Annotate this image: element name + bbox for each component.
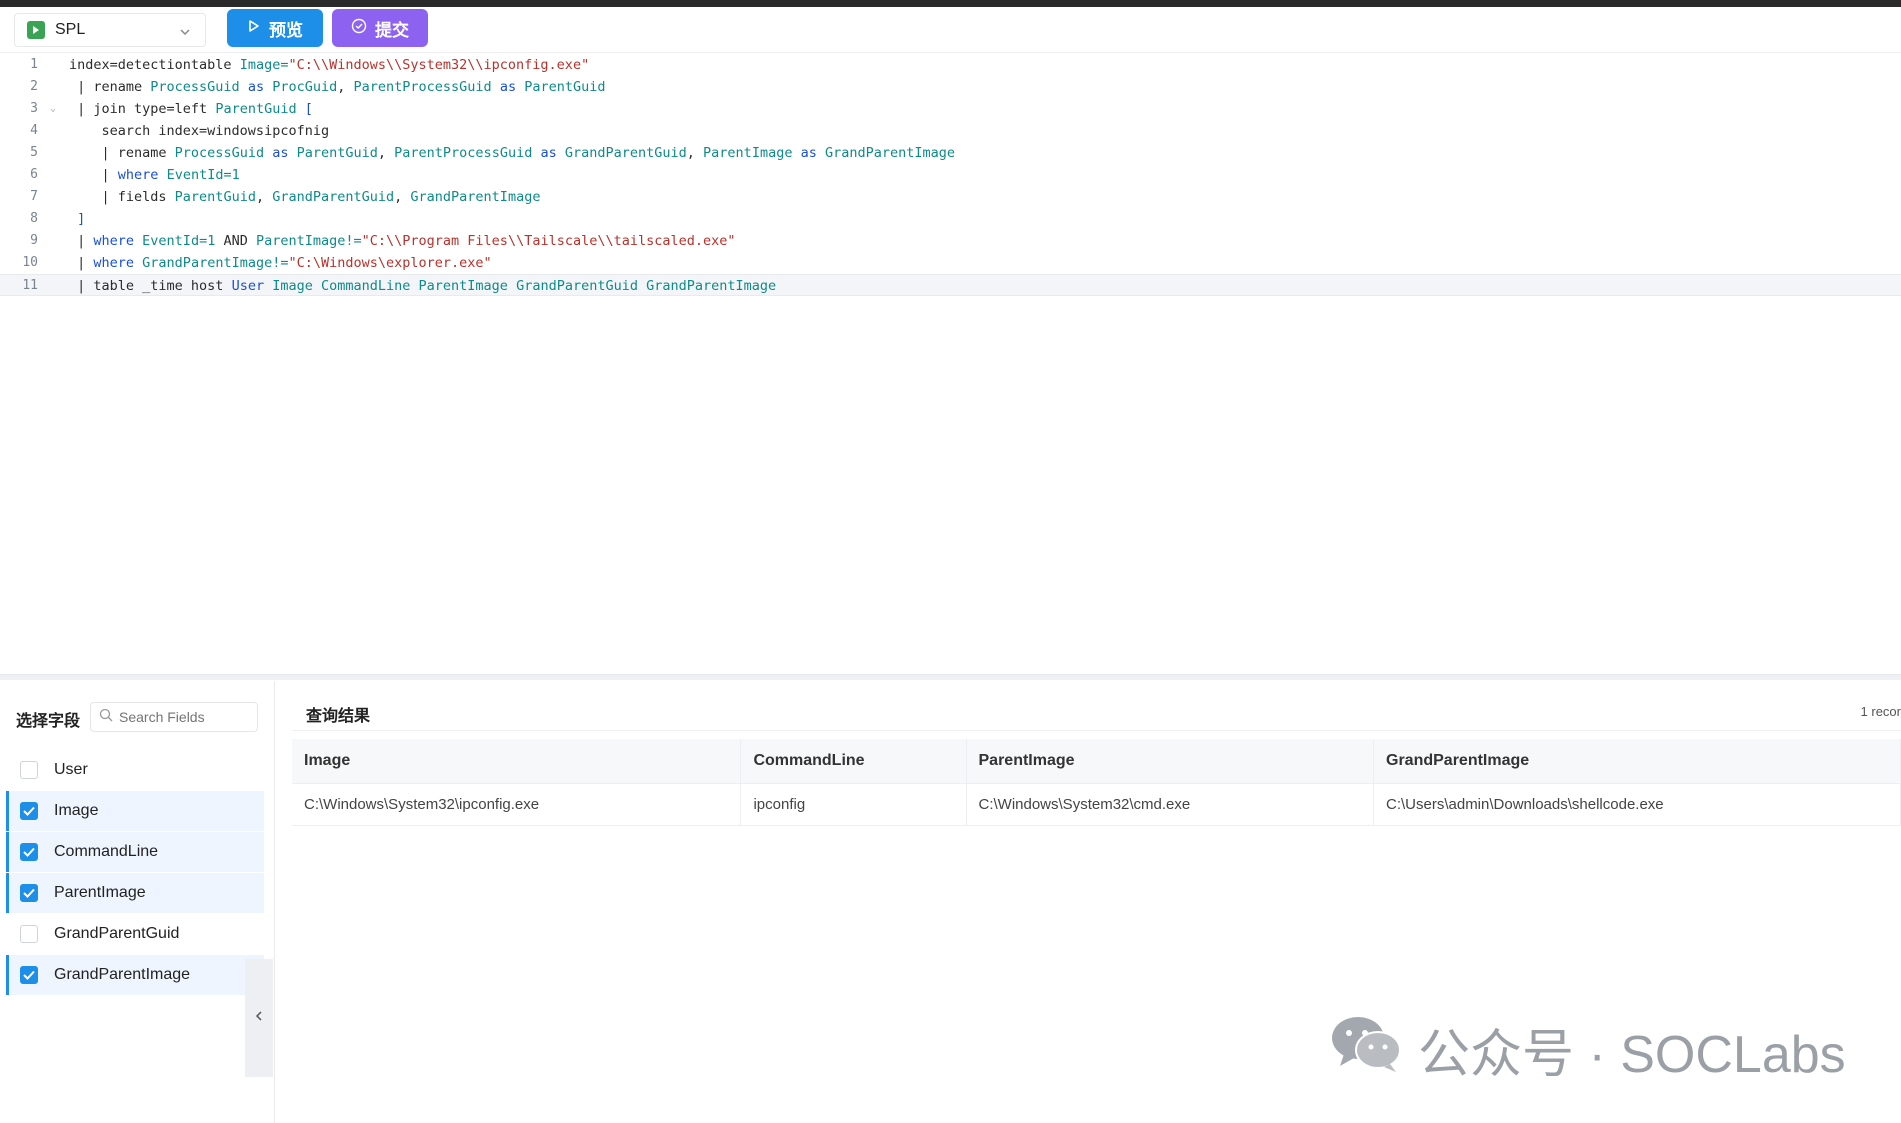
search-fields-input[interactable] (119, 709, 249, 725)
field-label: ParentImage (54, 884, 146, 901)
checkbox-checked-icon[interactable] (20, 802, 38, 820)
field-list: User Image CommandLine ParentImage GrandPare… (6, 750, 264, 996)
code-text: search index=windowsipcofnig (69, 123, 330, 139)
column-header[interactable]: ParentImage (966, 739, 1374, 784)
line-number: 2 (30, 79, 38, 94)
chevron-down-icon (179, 25, 191, 43)
checkbox-checked-icon[interactable] (20, 966, 38, 984)
table-cell: C:\Users\admin\Downloads\shellcode.exe (1373, 783, 1901, 826)
code-line[interactable]: 5 | rename ProcessGuid as ParentGuid, Pa… (0, 142, 1901, 164)
code-line[interactable]: 7 | fields ParentGuid, GrandParentGuid, … (0, 186, 1901, 208)
watermark-text: 公众号 · SOCLabs (1418, 1026, 1846, 1084)
chevron-left-icon (254, 1009, 264, 1027)
results-title: 查询结果 (306, 708, 371, 725)
code-text: | where GrandParentImage!="C:\Windows\ex… (69, 255, 492, 271)
table-cell: C:\Windows\System32\ipconfig.exe (292, 783, 742, 826)
submit-button[interactable]: 提交 (332, 9, 428, 47)
fold-icon[interactable]: ⌄ (50, 98, 56, 120)
check-circle-icon (351, 18, 367, 39)
preview-button[interactable]: 预览 (227, 9, 323, 47)
code-line[interactable]: 1 index=detectiontable Image="C:\\Windows… (0, 54, 1901, 76)
language-select[interactable]: SPL (14, 13, 206, 47)
code-text: | table _time host User Image CommandLin… (69, 278, 777, 294)
search-icon (99, 708, 113, 727)
code-text: | rename ProcessGuid as ProcGuid, Parent… (69, 79, 606, 95)
line-number: 1 (30, 57, 38, 72)
checkbox-icon[interactable] (20, 925, 38, 943)
line-number: 11 (22, 278, 38, 293)
line-number: 5 (30, 145, 38, 160)
fields-title: 选择字段 (16, 713, 81, 730)
toolbar: SPL 预览 提交 (0, 7, 1901, 53)
table-row[interactable]: C:\Windows\System32\ipconfig.exe ipconfig… (292, 783, 1901, 826)
field-label: GrandParentImage (54, 966, 191, 983)
wechat-icon (1330, 1012, 1404, 1087)
checkbox-icon[interactable] (20, 761, 38, 779)
field-item[interactable]: User (6, 750, 264, 790)
line-number: 3 (30, 101, 38, 116)
code-line[interactable]: 9 | where EventId=1 AND ParentImage!="C:… (0, 230, 1901, 252)
results-count: 1 recor (1860, 704, 1901, 719)
language-label: SPL (55, 21, 86, 38)
code-line[interactable]: 11 | table _time host User Image Command… (0, 274, 1901, 296)
fields-panel: 选择字段 User Image CommandLine ParentImage Gran… (0, 681, 275, 1123)
code-line[interactable]: 4 search index=windowsipcofnig (0, 120, 1901, 142)
field-item[interactable]: CommandLine (6, 832, 264, 872)
field-label: Image (54, 802, 99, 819)
line-number: 7 (30, 189, 38, 204)
table-header-row: Image CommandLine ParentImage GrandParentIm… (292, 739, 1901, 784)
preview-label: 预览 (269, 20, 303, 40)
search-fields-box (90, 702, 258, 732)
code-text: | fields ParentGuid, GrandParentGuid, Gr… (69, 189, 541, 205)
table-cell: C:\Windows\System32\cmd.exe (966, 783, 1374, 826)
column-header[interactable]: Image (292, 739, 742, 784)
checkbox-checked-icon[interactable] (20, 843, 38, 861)
panel-splitter[interactable] (0, 674, 1901, 680)
code-text: | where EventId=1 (69, 167, 240, 183)
code-text: | rename ProcessGuid as ParentGuid, Pare… (69, 145, 956, 161)
code-text: | where EventId=1 AND ParentImage!="C:\\… (69, 233, 736, 249)
submit-label: 提交 (375, 20, 409, 40)
field-item[interactable]: Image (6, 791, 264, 831)
line-number: 8 (30, 211, 38, 226)
window-top-strip (0, 0, 1901, 7)
results-header: 查询结果 1 recor (292, 681, 1901, 731)
code-text: ] (69, 211, 86, 227)
line-number: 4 (30, 123, 38, 138)
code-text: | join type=left ParentGuid [ (69, 101, 313, 117)
checkbox-checked-icon[interactable] (20, 884, 38, 902)
spl-icon (27, 21, 45, 39)
field-item[interactable]: ParentImage (6, 873, 264, 913)
results-table: Image CommandLine ParentImage GrandParentIm… (292, 739, 1901, 826)
line-number: 9 (30, 233, 38, 248)
code-line[interactable]: 10 | where GrandParentImage!="C:\Windows… (0, 252, 1901, 274)
line-number: 6 (30, 167, 38, 182)
field-item[interactable]: GrandParentGuid (6, 914, 264, 954)
field-label: CommandLine (54, 843, 159, 860)
collapse-panel-button[interactable] (245, 959, 273, 1077)
column-header[interactable]: CommandLine (740, 739, 967, 784)
app-root: SPL 预览 提交 1 index=detectiontable Image="C… (0, 0, 1901, 1123)
field-label: User (54, 761, 88, 778)
code-line[interactable]: 8 ] (0, 208, 1901, 230)
field-item[interactable]: GrandParentImage (6, 955, 264, 995)
watermark: 公众号 · SOCLabs (1330, 1012, 1846, 1087)
code-editor[interactable]: 1 index=detectiontable Image="C:\\Windows… (0, 54, 1901, 674)
column-header[interactable]: GrandParentImage (1373, 739, 1901, 784)
code-line[interactable]: 3 ⌄ | join type=left ParentGuid [ (0, 98, 1901, 120)
code-line[interactable]: 6 | where EventId=1 (0, 164, 1901, 186)
table-cell: ipconfig (740, 783, 967, 826)
code-text: index=detectiontable Image="C:\\Windows\… (69, 57, 590, 73)
code-line[interactable]: 2 | rename ProcessGuid as ProcGuid, Pare… (0, 76, 1901, 98)
play-icon (247, 18, 261, 38)
field-label: GrandParentGuid (54, 925, 180, 942)
line-number: 10 (22, 255, 38, 270)
